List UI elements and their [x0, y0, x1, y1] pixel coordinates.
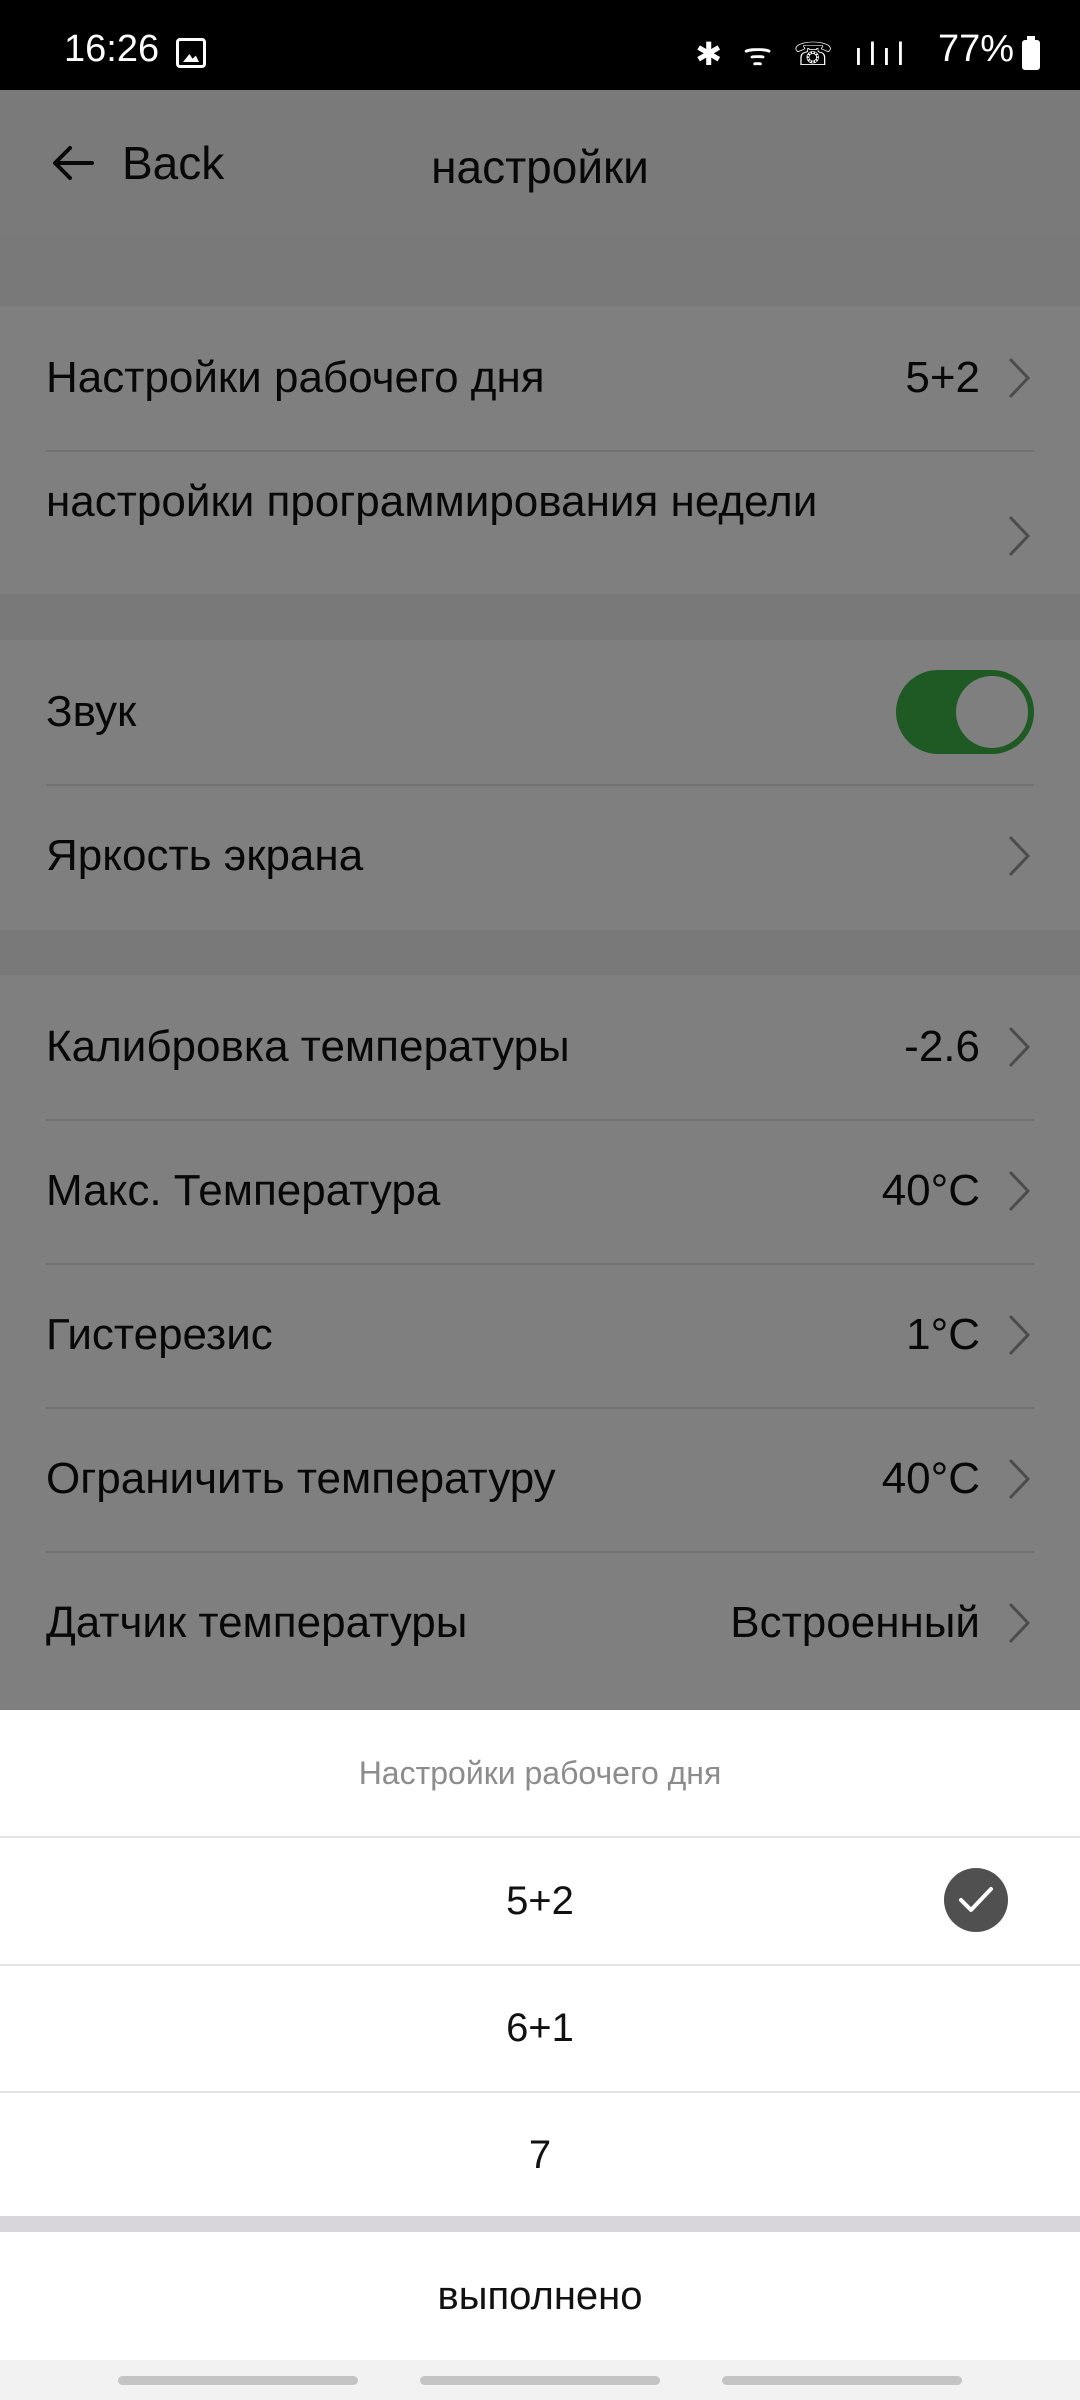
option-7[interactable]: 7	[0, 2092, 1080, 2218]
nav-recents[interactable]	[118, 2376, 358, 2385]
sheet-title: Настройки рабочего дня	[0, 1710, 1080, 1838]
battery-percent: 77%	[937, 28, 1014, 70]
nav-back[interactable]	[722, 2376, 962, 2385]
system-nav-bar	[0, 2360, 1080, 2400]
modal-backdrop[interactable]	[0, 90, 1080, 1800]
sheet-divider	[0, 2216, 1080, 2232]
option-6-1[interactable]: 6+1	[0, 1965, 1080, 2093]
option-label: 7	[528, 2133, 552, 2177]
status-icons: ✱ ᯤ ☏ ılıl	[695, 36, 910, 72]
option-label: 6+1	[506, 2006, 574, 2050]
workday-bottom-sheet: Настройки рабочего дня 5+2 6+1 7 выполне…	[0, 1710, 1080, 2360]
checkmark-icon	[944, 1868, 1008, 1932]
done-button[interactable]: выполнено	[0, 2232, 1080, 2360]
status-bar: 16:26 ✱ ᯤ ☏ ılıl 77%	[0, 0, 1080, 90]
option-label: 5+2	[506, 1879, 574, 1923]
status-time: 16:26	[64, 28, 160, 70]
option-5-2[interactable]: 5+2	[0, 1838, 1080, 1966]
nav-home[interactable]	[420, 2376, 660, 2385]
battery-icon	[1022, 36, 1040, 70]
gallery-notification-icon	[176, 38, 206, 68]
